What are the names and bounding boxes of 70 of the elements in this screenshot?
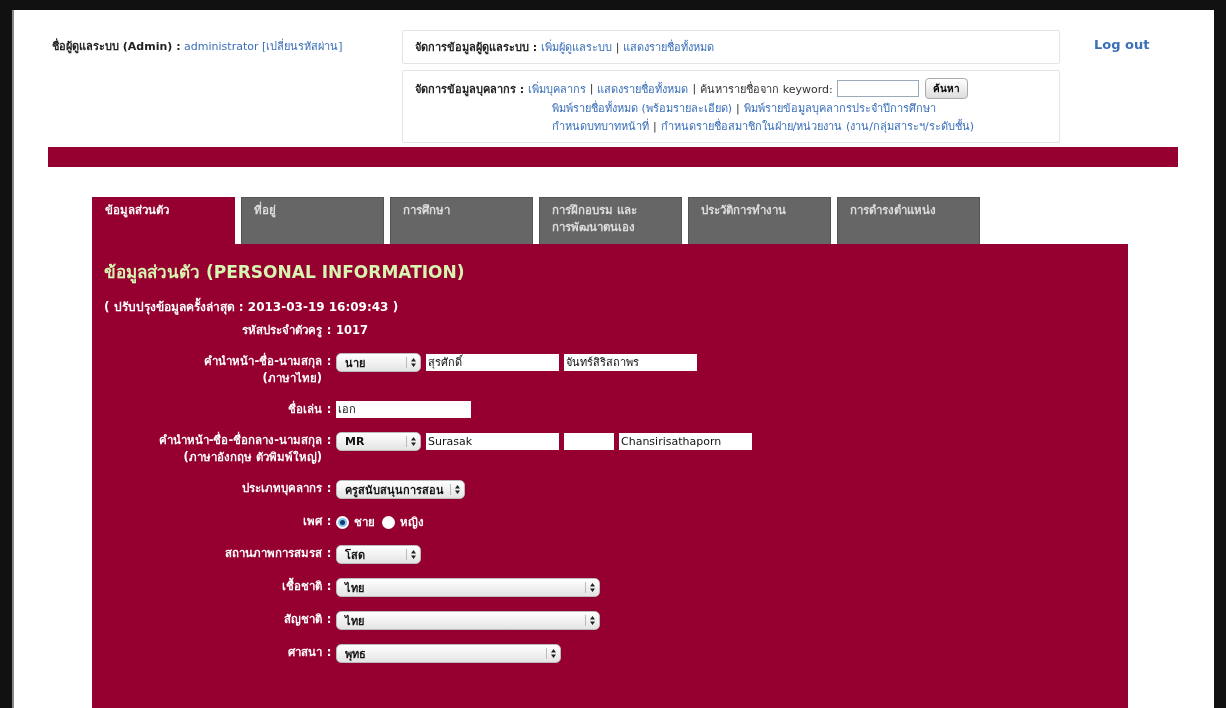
username-link[interactable]: administrator <box>184 40 259 53</box>
colon: : <box>326 645 332 659</box>
radio-button[interactable] <box>336 515 349 529</box>
tab[interactable]: การดำรงตำแหน่ง <box>837 197 980 244</box>
menu-link[interactable]: พิมพ์รายข้อมูลบุคลากรประจำปีการศึกษา <box>743 102 936 115</box>
last-updated: ( ปรับปรุงข้อมูลครั้งล่าสุด : 2013-03-19 16:09:43 ) <box>104 297 1116 316</box>
field-label: สถานภาพการสมรส <box>224 545 322 562</box>
colon: : <box>326 546 332 560</box>
dropdown[interactable]: โสด <box>336 545 421 564</box>
text-field[interactable]: Surasak <box>426 433 559 450</box>
text-field[interactable]: Chansirisathaporn <box>619 433 752 450</box>
tab[interactable]: การศึกษา <box>390 197 533 244</box>
field-label: คำนำหน้า-ชื่อ-นามสกุล <box>203 353 322 370</box>
separator: | <box>615 41 620 54</box>
search-field[interactable] <box>836 80 919 97</box>
menu-link[interactable]: เพิ่มบุคลากร <box>527 79 586 98</box>
text-field[interactable] <box>564 433 614 450</box>
radio-label: หญิง <box>400 514 424 531</box>
field-label: ชื่อเล่น <box>287 401 322 418</box>
field-sublabel: (ภาษาอังกฤษ ตัวพิมพ์ใหญ่) <box>182 449 322 466</box>
tab[interactable]: ข้อมูลส่วนตัว <box>92 197 235 244</box>
menu-label: จัดการข้อมูลบุคลากร : <box>415 81 525 98</box>
colon: : <box>326 354 332 368</box>
dropdown[interactable]: นาย <box>336 353 421 372</box>
field-label: เพศ <box>302 513 322 530</box>
dropdown[interactable]: พุทธ <box>336 644 561 663</box>
change-password-link[interactable]: [เปลี่ยนรหัสผ่าน] <box>262 40 343 53</box>
menu-link[interactable]: แสดงรายชื่อทั้งหมด <box>623 41 715 54</box>
menu-label: จัดการข้อมูลผู้ดูแลระบบ : <box>415 41 538 54</box>
menu-link[interactable]: แสดงรายชื่อทั้งหมด <box>597 79 689 98</box>
menu-link[interactable]: กำหนดรายชื่อสมาชิกในฝ่าย/หน่วยงาน (งาน/กลุ่มสาระฯ/ระดับชั้น) <box>660 120 974 133</box>
admin-label: ชื่อผู้ดูแลระบบ (Admin) : <box>52 40 181 53</box>
field-label: ศาสนา <box>287 644 322 661</box>
radio-button[interactable] <box>382 515 395 529</box>
separator: | <box>653 120 657 133</box>
field-value: 1017 <box>336 322 368 339</box>
colon: : <box>326 481 332 495</box>
tab[interactable]: การฝึกอบรม และ การพัฒนาตนเอง <box>539 197 682 244</box>
dropdown[interactable]: MR <box>336 432 421 451</box>
field-label: รหัสประจำตัวครู <box>241 322 322 339</box>
search-button[interactable]: ค้นหา <box>924 78 968 99</box>
dropdown[interactable]: ไทย <box>336 578 600 597</box>
field-label: ประเภทบุคลากร <box>241 480 322 497</box>
logout-link[interactable]: Log out <box>1094 37 1150 52</box>
field-sublabel: (ภาษาไทย) <box>261 370 322 387</box>
colon: : <box>326 323 332 337</box>
colon: : <box>326 579 332 593</box>
field-label: เชื้อชาติ <box>281 578 322 595</box>
separator: | <box>736 102 740 115</box>
tab[interactable]: ที่อยู่ <box>241 197 384 244</box>
text-field[interactable]: จันทร์สิริสถาพร <box>564 354 697 371</box>
menu-link[interactable]: เพิ่มผู้ดูแลระบบ <box>540 41 612 54</box>
menu-link[interactable]: พิมพ์รายชื่อทั้งหมด (พร้อมรายละเอียด) <box>552 102 733 115</box>
text-field[interactable]: เอก <box>336 401 471 418</box>
section-title: ข้อมูลส่วนตัว (PERSONAL INFORMATION) <box>104 261 466 285</box>
separator: | <box>589 82 594 95</box>
dropdown[interactable]: ครูสนับสนุนการสอน <box>336 480 465 499</box>
field-label: คำนำหน้า-ชื่อ-ชื่อกลาง-นามสกุล <box>157 432 322 449</box>
text-field[interactable]: สุรศักดิ์ <box>426 354 559 371</box>
colon: : <box>326 402 332 416</box>
radio-label: ชาย <box>354 514 375 531</box>
tab[interactable]: ประวัติการทำงาน <box>688 197 831 244</box>
colon: : <box>326 433 332 447</box>
colon: : <box>326 612 332 626</box>
search-label: ค้นหารายชื่อจาก keyword: <box>700 80 833 98</box>
separator: | <box>692 82 697 95</box>
menu-link[interactable]: กำหนดบทบาทหน้าที่ <box>552 120 649 133</box>
colon: : <box>326 514 332 528</box>
field-label: สัญชาติ <box>283 611 322 628</box>
dropdown[interactable]: ไทย <box>336 611 600 630</box>
